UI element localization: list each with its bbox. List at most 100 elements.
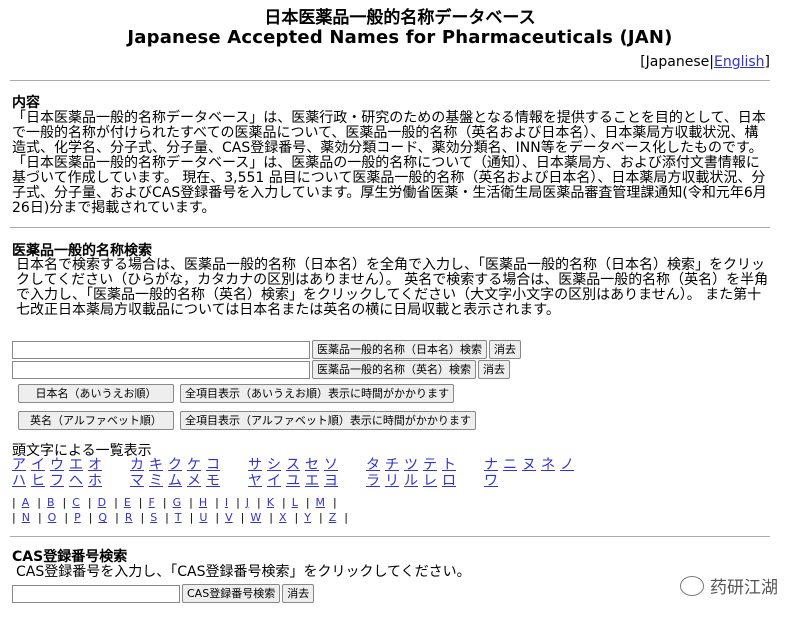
- kana-index-link[interactable]: チ: [385, 457, 404, 474]
- cas-search-button[interactable]: CAS登録番号検索: [182, 584, 281, 603]
- kana-index-link[interactable]: ア: [12, 457, 31, 474]
- alpha-separator: |: [37, 511, 42, 524]
- alpha-index-link[interactable]: F: [149, 496, 155, 509]
- jp-name-search-button[interactable]: 医薬品一般的名称（日本名）検索: [312, 340, 487, 359]
- kana-index-link[interactable]: ワ: [484, 473, 503, 490]
- kana-index-link[interactable]: カ: [130, 457, 149, 474]
- kana-index-link[interactable]: ヌ: [522, 457, 541, 474]
- kana-index-link[interactable]: コ: [206, 457, 225, 474]
- alpha-index-link[interactable]: U: [199, 511, 207, 524]
- alpha-index-link[interactable]: V: [225, 511, 233, 524]
- kana-index-link[interactable]: ホ: [88, 473, 107, 490]
- alpha-index-link[interactable]: K: [267, 496, 274, 509]
- kana-index-link[interactable]: ミ: [149, 473, 168, 490]
- alpha-index-link[interactable]: Y: [304, 511, 311, 524]
- divider: [10, 536, 770, 537]
- kana-index-link[interactable]: タ: [366, 457, 385, 474]
- lang-english-link[interactable]: English: [714, 54, 765, 70]
- kana-index-link[interactable]: セ: [305, 457, 324, 474]
- kana-index-link[interactable]: ソ: [324, 457, 343, 474]
- kana-index-link[interactable]: エ: [69, 457, 88, 474]
- alpha-index-link[interactable]: Z: [329, 511, 337, 524]
- kana-index-link[interactable]: レ: [423, 473, 442, 490]
- jp-name-input[interactable]: [12, 340, 310, 359]
- alpha-index-link[interactable]: Q: [98, 511, 107, 524]
- alpha-separator: |: [165, 511, 169, 524]
- alpha-separator: |: [294, 511, 299, 524]
- alpha-index-link[interactable]: E: [124, 496, 131, 509]
- alpha-index-link[interactable]: W: [250, 511, 261, 524]
- all-items-jp-button[interactable]: 全項目表示（あいうえお順）表示に時間がかかります: [180, 384, 454, 403]
- alpha-index-link[interactable]: I: [225, 496, 228, 509]
- kana-index-link[interactable]: ノ: [560, 457, 579, 474]
- alpha-separator: |: [115, 511, 119, 524]
- alpha-index-link[interactable]: M: [316, 496, 326, 509]
- alpha-index-link[interactable]: A: [22, 496, 30, 509]
- kana-index-link[interactable]: テ: [423, 457, 442, 474]
- kana-index-link[interactable]: ク: [168, 457, 187, 474]
- kana-index-link[interactable]: ヨ: [324, 473, 343, 490]
- divider: [10, 80, 770, 81]
- alpha-separator: |: [62, 496, 67, 509]
- jp-name-clear-button[interactable]: 消去: [489, 340, 521, 359]
- alpha-index-link[interactable]: O: [48, 511, 57, 524]
- kana-index-link[interactable]: ニ: [503, 457, 522, 474]
- kana-index-link[interactable]: イ: [267, 473, 286, 490]
- kana-index-link[interactable]: ロ: [442, 473, 461, 490]
- alpha-index-link[interactable]: G: [173, 496, 182, 509]
- alpha-separator: |: [12, 496, 16, 509]
- en-list-row: 英名（アルファベット順） 全項目表示（アルファベット順）表示に時間がかかります: [18, 411, 476, 430]
- kana-index-link[interactable]: ヤ: [248, 473, 267, 490]
- en-name-search-button[interactable]: 医薬品一般的名称（英名）検索: [312, 360, 476, 379]
- kana-index-link[interactable]: ナ: [484, 457, 503, 474]
- kana-index-link[interactable]: ム: [168, 473, 187, 490]
- kana-index-link[interactable]: ケ: [187, 457, 206, 474]
- cas-clear-button[interactable]: 消去: [282, 584, 315, 603]
- jp-order-button[interactable]: 日本名（あいうえお順）: [18, 384, 174, 403]
- kana-index-link[interactable]: キ: [149, 457, 168, 474]
- kana-index-link[interactable]: イ: [31, 457, 50, 474]
- alpha-index-link[interactable]: J: [246, 496, 249, 509]
- kana-index-link[interactable]: フ: [50, 473, 69, 490]
- kana-index-link[interactable]: ル: [404, 473, 423, 490]
- alpha-row-2: | N | O | P | Q | R | S | T | U | V | W | X | Y | Z |: [12, 510, 348, 525]
- alpha-index-link[interactable]: T: [175, 511, 182, 524]
- alpha-index-link[interactable]: L: [292, 496, 298, 509]
- kana-index-link[interactable]: モ: [206, 473, 225, 490]
- kana-index-link[interactable]: ツ: [404, 457, 423, 474]
- kana-index-link[interactable]: ス: [286, 457, 305, 474]
- kana-index-link[interactable]: ト: [442, 457, 461, 474]
- alpha-index-link[interactable]: S: [150, 511, 157, 524]
- kana-index-link[interactable]: ユ: [286, 473, 305, 490]
- kana-index-link[interactable]: ヘ: [69, 473, 88, 490]
- cas-number-input[interactable]: [12, 584, 180, 603]
- kana-index-link[interactable]: ウ: [50, 457, 69, 474]
- kana-row-2: ハヒフヘホ マミムメモ ヤイユエヨ ラリルレロ ワ: [12, 473, 602, 490]
- en-name-clear-button[interactable]: 消去: [478, 360, 510, 379]
- contents-text: 「日本医薬品一般的名称データベース」は、医薬行政・研究のための基盤となる情報を提…: [12, 110, 767, 216]
- alpha-index-link[interactable]: D: [98, 496, 106, 509]
- kana-index-link[interactable]: オ: [88, 457, 107, 474]
- alpha-index-link[interactable]: X: [279, 511, 287, 524]
- kana-index-link[interactable]: メ: [187, 473, 206, 490]
- kana-index-link[interactable]: ラ: [366, 473, 385, 490]
- alpha-index-link[interactable]: H: [199, 496, 207, 509]
- alpha-index-link[interactable]: N: [22, 511, 30, 524]
- en-order-button[interactable]: 英名（アルファベット順）: [18, 411, 174, 430]
- alpha-index-link[interactable]: B: [47, 496, 55, 509]
- en-name-input[interactable]: [12, 360, 310, 379]
- kana-index-link[interactable]: リ: [385, 473, 404, 490]
- page-header: 日本医薬品一般的名称データベース Japanese Accepted Names…: [0, 8, 800, 48]
- kana-index-link[interactable]: サ: [248, 457, 267, 474]
- alpha-index-link[interactable]: R: [125, 511, 133, 524]
- alpha-index-link[interactable]: C: [72, 496, 80, 509]
- kana-index-link[interactable]: シ: [267, 457, 286, 474]
- alpha-separator: |: [240, 511, 245, 524]
- kana-index-link[interactable]: マ: [130, 473, 149, 490]
- kana-index-link[interactable]: ヒ: [31, 473, 50, 490]
- kana-index-link[interactable]: ネ: [541, 457, 560, 474]
- all-items-en-button[interactable]: 全項目表示（アルファベット順）表示に時間がかかります: [180, 411, 476, 430]
- kana-index-link[interactable]: エ: [305, 473, 324, 490]
- alpha-index-link[interactable]: P: [74, 511, 81, 524]
- kana-index-link[interactable]: ハ: [12, 473, 31, 490]
